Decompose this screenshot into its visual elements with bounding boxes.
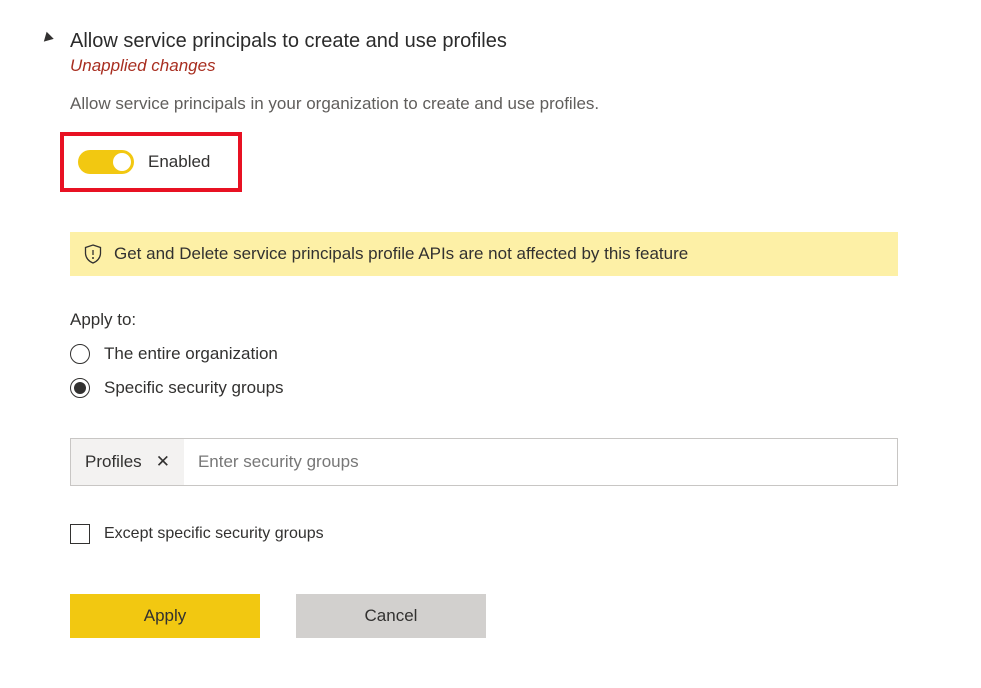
security-groups-input[interactable]: Profiles ✕ xyxy=(70,438,898,486)
toggle-knob-icon xyxy=(113,153,131,171)
checkbox-icon xyxy=(70,524,90,544)
apply-to-label: Apply to: xyxy=(70,310,941,330)
radio-selected-icon xyxy=(74,382,86,394)
radio-icon xyxy=(70,344,90,364)
setting-title: Allow service principals to create and u… xyxy=(70,28,507,54)
enabled-toggle-label: Enabled xyxy=(148,152,210,172)
radio-specific-security-groups[interactable]: Specific security groups xyxy=(70,378,941,398)
unapplied-changes-label: Unapplied changes xyxy=(70,56,507,76)
cancel-button[interactable]: Cancel xyxy=(296,594,486,638)
radio-icon xyxy=(70,378,90,398)
setting-description: Allow service principals in your organiz… xyxy=(70,94,941,114)
tag-label: Profiles xyxy=(85,452,142,472)
security-group-tag: Profiles ✕ xyxy=(71,439,184,485)
except-checkbox[interactable]: Except specific security groups xyxy=(70,524,941,544)
security-groups-text-input[interactable] xyxy=(184,439,897,485)
apply-button[interactable]: Apply xyxy=(70,594,260,638)
radio-label: Specific security groups xyxy=(104,378,284,398)
remove-tag-icon[interactable]: ✕ xyxy=(156,452,170,472)
radio-label: The entire organization xyxy=(104,344,278,364)
except-checkbox-label: Except specific security groups xyxy=(104,525,324,543)
collapse-caret-icon[interactable] xyxy=(40,32,53,45)
radio-entire-organization[interactable]: The entire organization xyxy=(70,344,941,364)
info-banner: Get and Delete service principals profil… xyxy=(70,232,898,276)
shield-warning-icon xyxy=(84,244,102,264)
enabled-toggle-highlight: Enabled xyxy=(60,132,242,192)
info-banner-text: Get and Delete service principals profil… xyxy=(114,244,688,264)
enabled-toggle[interactable] xyxy=(78,150,134,174)
